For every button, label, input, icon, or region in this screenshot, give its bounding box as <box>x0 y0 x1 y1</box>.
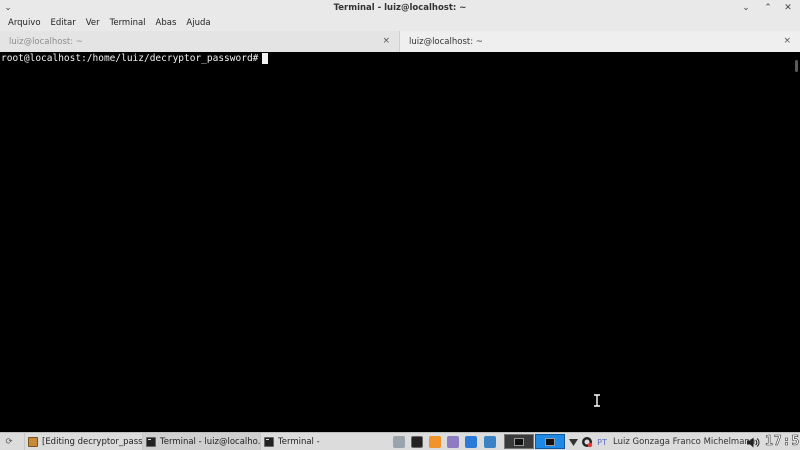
network-icon[interactable] <box>568 435 578 449</box>
taskbar-task-editor[interactable]: [Editing decryptor_pass... <box>24 433 142 450</box>
tab-terminal-2[interactable]: luiz@localhost: ~ × <box>400 31 800 52</box>
task-label: Terminal - <box>278 436 320 447</box>
user-name[interactable]: Luiz Gonzaga Franco Michelmann <box>613 433 755 450</box>
tab-bar: luiz@localhost: ~ × luiz@localhost: ~ × <box>0 31 800 52</box>
menu-editar[interactable]: Editar <box>46 18 81 28</box>
workspace-window-thumb <box>545 438 555 446</box>
archive-icon[interactable] <box>447 436 459 448</box>
terminal-scrollbar[interactable] <box>790 52 800 432</box>
clock[interactable]: 17:50 <box>765 433 800 450</box>
task-label: Terminal - luiz@localho... <box>160 436 260 447</box>
window-menu-icon[interactable]: ⌄ <box>0 0 16 15</box>
tab-label: luiz@localhost: ~ <box>9 36 83 47</box>
scrollbar-thumb[interactable] <box>795 60 798 72</box>
taskbar-task-terminal-active[interactable]: Terminal - luiz@localho... <box>142 433 260 450</box>
menu-ver[interactable]: Ver <box>81 18 105 28</box>
maximize-icon[interactable]: ⌃ <box>760 0 776 15</box>
terminal-icon <box>264 436 274 447</box>
opera-icon[interactable] <box>580 435 593 449</box>
menu-ajuda[interactable]: Ajuda <box>181 18 215 28</box>
window-title: Terminal - luiz@localhost: ~ <box>333 2 467 13</box>
menu-arquivo[interactable]: Arquivo <box>3 18 46 28</box>
tab-close-icon[interactable]: × <box>382 36 390 46</box>
workspace-window-thumb <box>514 438 524 446</box>
workspace-2[interactable] <box>535 434 565 449</box>
window-titlebar: ⌄ Terminal - luiz@localhost: ~ ⌄ ⌃ ✕ <box>0 0 800 15</box>
volume-icon[interactable] <box>746 435 760 449</box>
menu-abas[interactable]: Abas <box>151 18 182 28</box>
ibeam-cursor-icon <box>593 394 601 407</box>
menu-bar: Arquivo Editar Ver Terminal Abas Ajuda <box>0 15 800 31</box>
file-manager-icon[interactable] <box>393 436 405 448</box>
screenshot-icon[interactable] <box>484 436 496 448</box>
text-editor-icon <box>28 436 38 447</box>
taskbar: ⟳ [Editing decryptor_pass... Terminal - … <box>0 432 800 450</box>
terminal-prompt-line: root@localhost:/home/luiz/decryptor_pass… <box>1 52 269 65</box>
terminal-launcher-icon[interactable] <box>411 436 423 448</box>
terminal-prompt: root@localhost:/home/luiz/decryptor_pass… <box>1 53 259 64</box>
vscode-icon[interactable] <box>465 436 477 448</box>
keyboard-layout-indicator[interactable]: PT <box>595 435 609 449</box>
menu-terminal[interactable]: Terminal <box>105 18 151 28</box>
workspace-1[interactable] <box>504 434 534 449</box>
close-icon[interactable]: ✕ <box>780 0 796 15</box>
task-label: [Editing decryptor_pass... <box>42 436 142 447</box>
tab-close-icon[interactable]: × <box>783 36 791 46</box>
terminal-icon <box>146 436 156 447</box>
taskbar-task-terminal[interactable]: Terminal - <box>260 433 378 450</box>
terminal-output[interactable]: root@localhost:/home/luiz/decryptor_pass… <box>0 52 790 432</box>
text-cursor <box>262 53 269 64</box>
tab-terminal-1[interactable]: luiz@localhost: ~ × <box>0 31 400 52</box>
tab-label: luiz@localhost: ~ <box>409 36 483 47</box>
firefox-icon[interactable] <box>429 436 441 448</box>
power-icon[interactable]: ⟳ <box>2 433 16 450</box>
minimize-icon[interactable]: ⌄ <box>738 0 754 15</box>
